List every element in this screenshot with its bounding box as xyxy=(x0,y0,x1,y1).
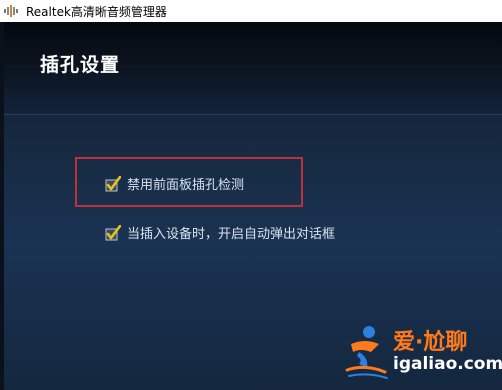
watermark: 爱·尬聊 igaliao.com xyxy=(345,322,502,382)
option-label[interactable]: 当插入设备时，开启自动弹出对话框 xyxy=(127,223,335,242)
checkbox-checked-icon[interactable] xyxy=(105,175,121,192)
left-border xyxy=(0,22,4,390)
watermark-brand: 爱·尬聊 xyxy=(393,330,468,355)
watermark-domain: igaliao.com xyxy=(393,354,502,374)
option-label[interactable]: 禁用前面板插孔检测 xyxy=(127,174,244,193)
page-title: 插孔设置 xyxy=(40,54,121,76)
title-bar: Realtek高清晰音频管理器 xyxy=(0,0,502,22)
window-title: Realtek高清晰音频管理器 xyxy=(26,4,167,19)
checkbox-checked-icon[interactable] xyxy=(105,224,121,241)
watermark-logo-icon xyxy=(345,326,388,379)
settings-panel: 插孔设置 禁用前面板插孔检测 当插入设备时，开启自动弹出对话框 爱·尬聊 iga… xyxy=(0,22,502,390)
option-disable-front-panel-detection[interactable]: 禁用前面板插孔检测 xyxy=(105,174,244,193)
option-auto-popup-dialog[interactable]: 当插入设备时，开启自动弹出对话框 xyxy=(105,223,335,242)
speaker-icon xyxy=(4,4,22,18)
realtek-audio-manager-window: Realtek高清晰音频管理器 插孔设置 禁用前面板插孔检测 当插入设备时，开启… xyxy=(0,0,502,390)
